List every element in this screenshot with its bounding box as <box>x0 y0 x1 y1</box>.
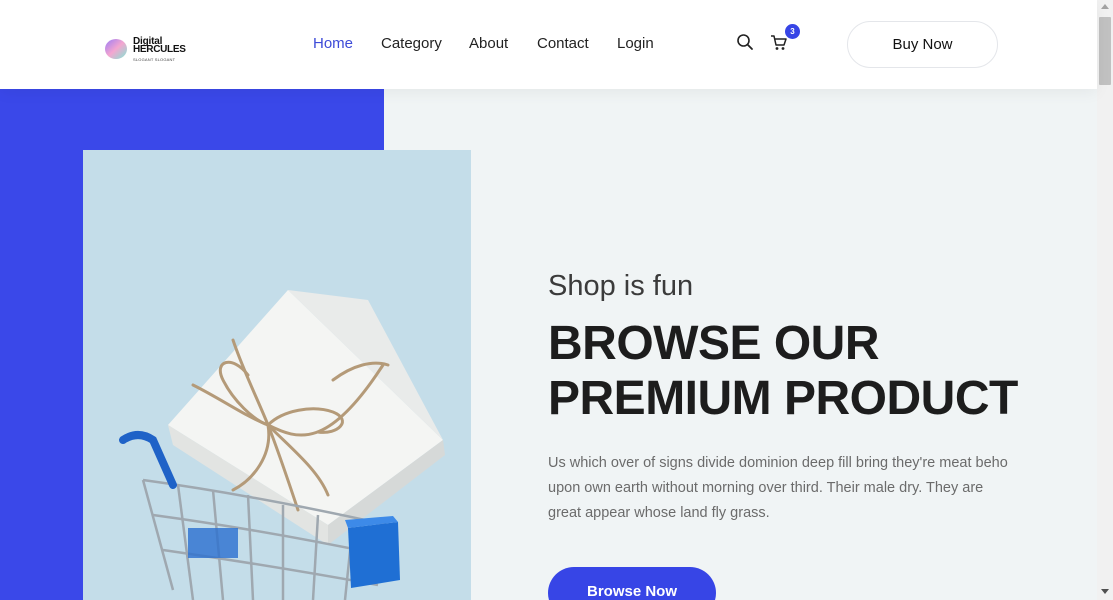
hero-image <box>83 150 471 600</box>
logo-blob-icon <box>105 39 127 59</box>
search-icon[interactable] <box>736 33 754 51</box>
cart-bumper <box>345 516 400 588</box>
nav-home[interactable]: Home <box>313 35 353 53</box>
site-header: Digital HERCULES SLOGANT SLOGANT Home Ca… <box>0 0 1097 89</box>
hero-description: Us which over of signs divide dominion d… <box>548 455 1008 521</box>
browse-now-button[interactable]: Browse Now <box>548 567 716 600</box>
scroll-up-arrow-icon[interactable] <box>1101 4 1109 9</box>
brand-logo[interactable]: Digital HERCULES SLOGANT SLOGANT <box>104 36 194 66</box>
shopping-cart-gift-illustration <box>119 290 445 600</box>
hero-headline: BROWSE OUR PREMIUM PRODUCT <box>548 317 1018 425</box>
scroll-down-arrow-icon[interactable] <box>1101 589 1109 594</box>
scroll-thumb[interactable] <box>1099 17 1111 85</box>
logo-text-line2: HERCULES <box>133 44 186 55</box>
page: Digital HERCULES SLOGANT SLOGANT Home Ca… <box>0 0 1113 600</box>
cart-icon[interactable] <box>770 34 788 52</box>
page-scrollbar[interactable] <box>1097 0 1113 600</box>
cart-handle <box>119 431 177 489</box>
nav-login[interactable]: Login <box>617 35 654 53</box>
logo-slogan: SLOGANT SLOGANT <box>133 57 176 62</box>
buy-now-button[interactable]: Buy Now <box>847 21 998 68</box>
nav-contact[interactable]: Contact <box>537 35 589 53</box>
nav-category[interactable]: Category <box>381 35 442 53</box>
hero-tagline: Shop is fun <box>548 270 694 302</box>
cart-count-badge: 3 <box>785 24 800 39</box>
nav-about[interactable]: About <box>469 35 508 53</box>
